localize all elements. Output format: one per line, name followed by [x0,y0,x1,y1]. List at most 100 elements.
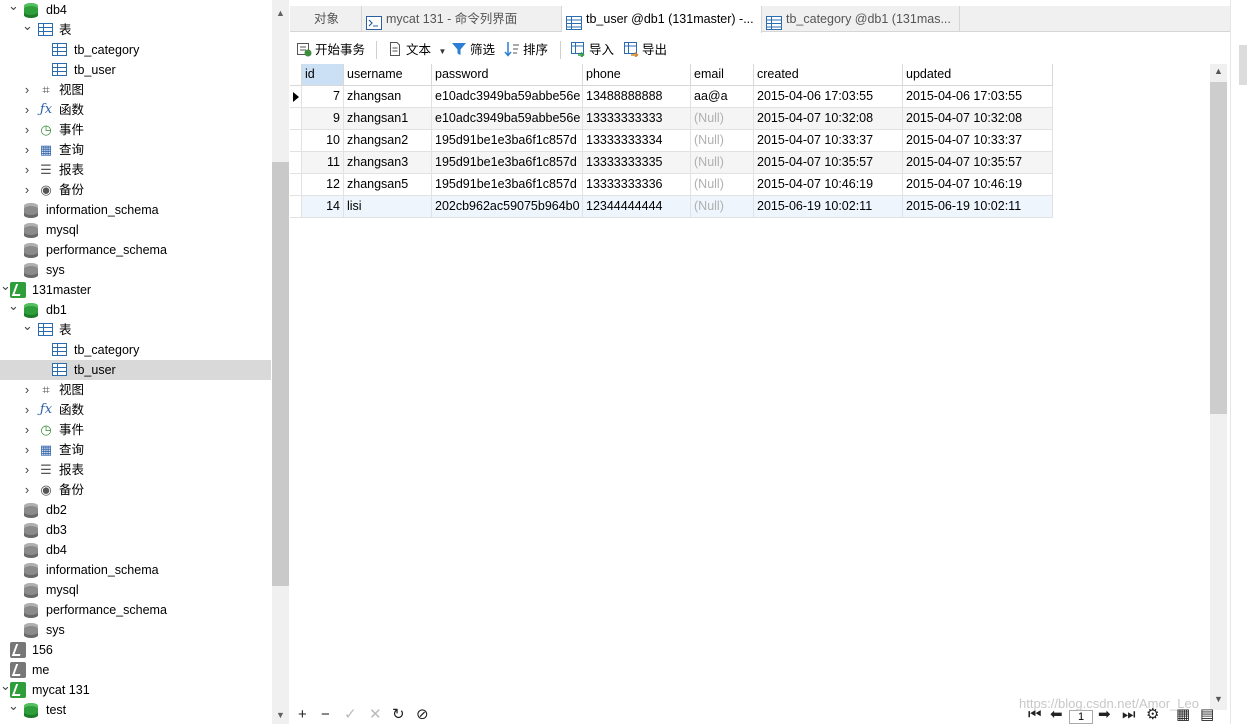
tree-item-mysql[interactable]: mysql [0,580,271,600]
cell-phone[interactable]: 13488888888 [583,86,691,108]
tab-tb-user[interactable]: tb_user @db1 (131master) -... [562,6,762,33]
scroll-up-icon[interactable]: ▲ [1210,66,1227,76]
cell-id[interactable]: 12 [302,174,344,196]
tree-item-[interactable]: › ☰ 报表 [0,460,271,480]
tree-item-tb-user[interactable]: tb_user [0,60,271,80]
cell-email[interactable]: (Null) [691,130,754,152]
import-button[interactable]: 导入 [570,38,614,62]
cell-created[interactable]: 2015-06-19 10:02:11 [754,196,903,218]
cell-updated[interactable]: 2015-04-06 17:03:55 [903,86,1053,108]
column-header-id[interactable]: id [302,64,344,86]
cell-email[interactable]: (Null) [691,174,754,196]
tree-item-[interactable]: › ƒx 函数 [0,100,271,120]
text-view-button[interactable]: 文本 ▼ [387,38,446,62]
scroll-down-icon[interactable]: ▼ [1210,694,1227,704]
chevron-down-icon[interactable]: ⌄ [8,0,19,20]
tree-item-information-schema[interactable]: information_schema [0,560,271,580]
chevron-right-icon[interactable]: › [22,80,32,100]
cell-updated[interactable]: 2015-04-07 10:35:57 [903,152,1053,174]
tree-item-[interactable]: › ☰ 报表 [0,160,271,180]
chevron-right-icon[interactable]: › [22,420,32,440]
cell-username[interactable]: lisi [344,196,432,218]
table-row[interactable]: 7 zhangsan e10adc3949ba59abbe56e 1348888888… [290,86,1053,108]
discard-changes-icon[interactable]: ✕ [369,706,382,724]
cell-password[interactable]: 195d91be1e3ba6f1c857d [432,130,583,152]
chevron-right-icon[interactable]: › [22,140,32,160]
tab-mycat-console[interactable]: mycat 131 - 命令列界面 [362,6,562,32]
chevron-right-icon[interactable]: › [22,160,32,180]
tree-item-[interactable]: ⌄ 表 [0,319,271,340]
refresh-icon[interactable]: ↻ [392,706,405,724]
tree-item-sys[interactable]: sys [0,620,271,640]
tree-item-156[interactable]: 156 [0,640,271,660]
tree-item-performance-schema[interactable]: performance_schema [0,240,271,260]
row-marker[interactable] [290,174,302,196]
cell-password[interactable]: 202cb962ac59075b964b0 [432,196,583,218]
tree-item-information-schema[interactable]: information_schema [0,200,271,220]
chevron-down-icon[interactable]: ⌄ [22,19,33,40]
cell-phone[interactable]: 13333333333 [583,108,691,130]
tree-item-[interactable]: › ƒx 函数 [0,400,271,420]
table-row[interactable]: 14 lisi 202cb962ac59075b964b0 12344444444 (N… [290,196,1053,218]
chevron-down-icon[interactable]: ⌄ [8,299,19,320]
apply-changes-icon[interactable]: ✓ [344,706,357,724]
tree-item-test[interactable]: ⌄ test [0,699,271,720]
tab-tb-category[interactable]: tb_category @db1 (131mas... [762,6,960,32]
cell-phone[interactable]: 13333333336 [583,174,691,196]
table-row[interactable]: 10 zhangsan2 195d91be1e3ba6f1c857d 13333333… [290,130,1053,152]
row-marker[interactable] [290,196,302,218]
column-header-created[interactable]: created [754,64,903,86]
tree-item-[interactable]: ⌄ 表 [0,19,271,40]
export-button[interactable]: 导出 [623,38,667,62]
tree-item-[interactable]: › ◉ 备份 [0,480,271,500]
cell-id[interactable]: 7 [302,86,344,108]
cell-email[interactable]: (Null) [691,196,754,218]
cell-password[interactable]: e10adc3949ba59abbe56e [432,108,583,130]
data-grid[interactable]: id username password phone email created updat… [290,64,1210,710]
chevron-down-icon[interactable]: ⌄ [0,679,11,700]
tree-item-db4[interactable]: ⌄ db4 [0,0,271,20]
cell-username[interactable]: zhangsan1 [344,108,432,130]
filter-button[interactable]: 筛选 [451,38,495,62]
column-header-username[interactable]: username [344,64,432,86]
tree-item-tb-category[interactable]: tb_category [0,340,271,360]
chevron-down-icon[interactable]: ⌄ [22,319,33,340]
chevron-right-icon[interactable]: › [22,440,32,460]
tree-scrollbar[interactable]: ▲ ▼ [272,0,289,724]
cell-username[interactable]: zhangsan3 [344,152,432,174]
row-marker[interactable] [290,108,302,130]
tree-item-db1[interactable]: ⌄ db1 [0,299,271,320]
row-marker[interactable] [290,152,302,174]
cell-updated[interactable]: 2015-06-19 10:02:11 [903,196,1053,218]
cell-email[interactable]: aa@a [691,86,754,108]
grid-scroll-thumb[interactable] [1210,82,1227,414]
cell-updated[interactable]: 2015-04-07 10:32:08 [903,108,1053,130]
cell-id[interactable]: 9 [302,108,344,130]
chevron-right-icon[interactable]: › [22,100,32,120]
chevron-down-icon[interactable]: ⌄ [8,699,19,720]
cell-id[interactable]: 10 [302,130,344,152]
tree-item-[interactable]: › ⌗ 视图 [0,380,271,400]
column-header-password[interactable]: password [432,64,583,86]
tree-item-mysql[interactable]: mysql [0,220,271,240]
cell-phone[interactable]: 12344444444 [583,196,691,218]
cell-id[interactable]: 14 [302,196,344,218]
cell-username[interactable]: zhangsan [344,86,432,108]
tree-item-performance-schema[interactable]: performance_schema [0,600,271,620]
chevron-right-icon[interactable]: › [22,120,32,140]
cell-email[interactable]: (Null) [691,108,754,130]
stop-icon[interactable]: ⊘ [416,706,429,724]
tree-item-me[interactable]: me [0,660,271,680]
tree-item-tb-user[interactable]: tb_user [0,360,271,380]
add-record-icon[interactable]: + [298,706,307,724]
tree-item-[interactable]: › ◉ 备份 [0,180,271,200]
scroll-up-icon[interactable]: ▲ [272,8,289,18]
table-row[interactable]: 12 zhangsan5 195d91be1e3ba6f1c857d 13333333… [290,174,1053,196]
cell-phone[interactable]: 13333333334 [583,130,691,152]
cell-password[interactable]: e10adc3949ba59abbe56e [432,86,583,108]
cell-username[interactable]: zhangsan5 [344,174,432,196]
cell-updated[interactable]: 2015-04-07 10:46:19 [903,174,1053,196]
cell-phone[interactable]: 13333333335 [583,152,691,174]
cell-password[interactable]: 195d91be1e3ba6f1c857d [432,174,583,196]
cell-created[interactable]: 2015-04-07 10:46:19 [754,174,903,196]
